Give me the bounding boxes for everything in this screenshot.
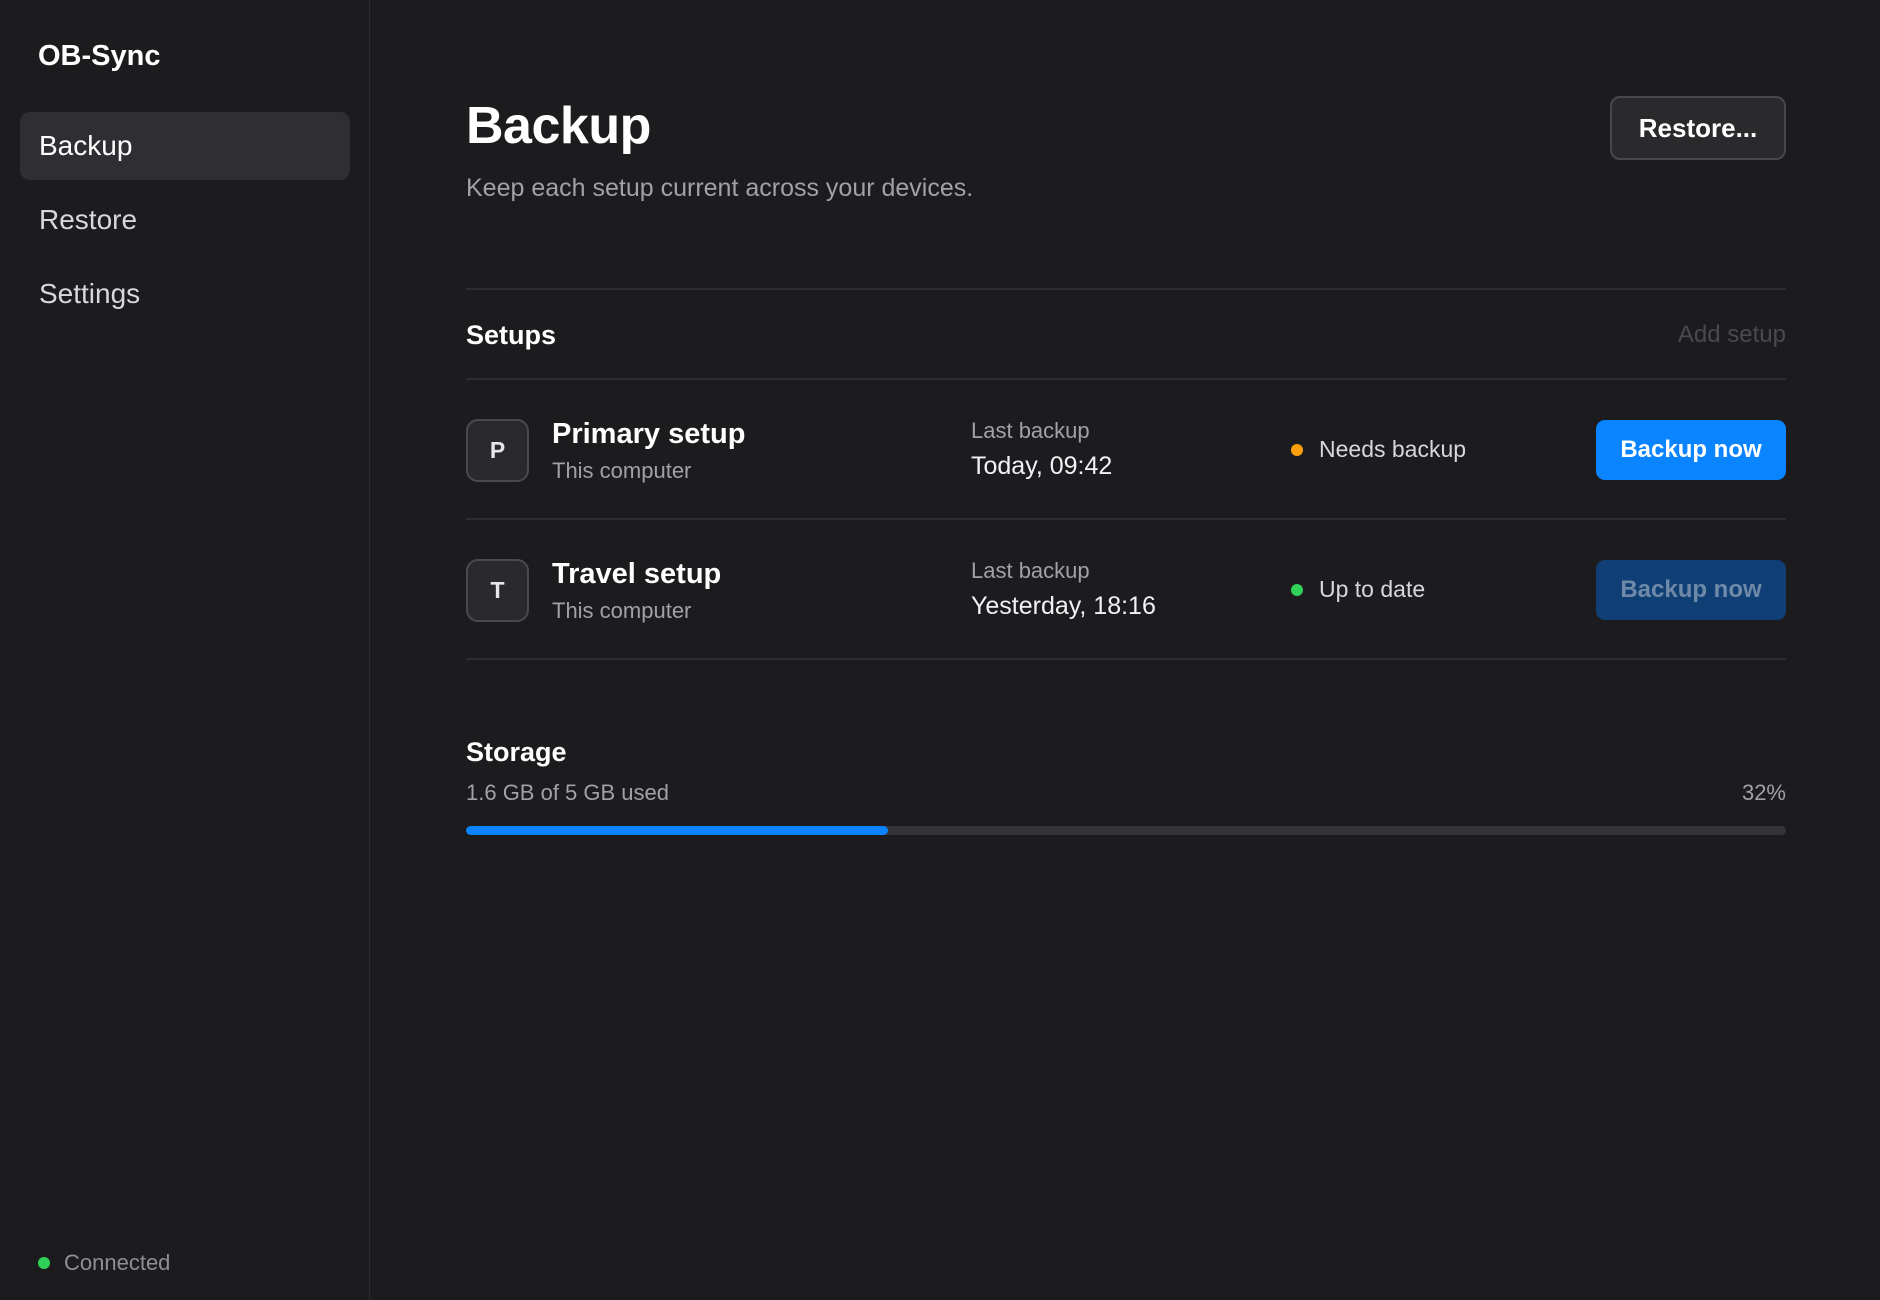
last-backup-label: Last backup [971,418,1090,443]
page-subtitle: Keep each setup current across your devi… [466,174,974,202]
setup-location: This computer [552,458,692,483]
backup-now-button[interactable]: Backup now [1596,420,1786,480]
sidebar-item-restore[interactable]: Restore [20,186,350,254]
setup-name: Primary setup [552,418,746,450]
storage-progress-fill [466,826,889,835]
sidebar-nav: Backup Restore Settings [20,112,350,334]
main-content: Backup Keep each setup current across yo… [370,0,1880,1300]
storage-title: Storage [466,737,567,767]
app-window: OB-Sync Backup Restore Settings Connecte… [0,0,1880,1300]
add-setup-link[interactable]: Add setup [1678,321,1786,349]
sidebar-item-backup[interactable]: Backup [20,112,350,180]
last-backup-label: Last backup [971,558,1090,583]
last-backup-value: Yesterday, 18:16 [971,592,1156,620]
setup-status: Needs backup [1291,436,1466,463]
sidebar-item-settings[interactable]: Settings [20,260,350,328]
status-dot-icon [38,1257,50,1269]
connection-status-label: Connected [64,1250,171,1275]
storage-percent: 32% [1741,780,1786,805]
divider [466,658,1786,660]
setup-location: This computer [552,598,692,623]
divider [466,288,1786,290]
connection-status: Connected [38,1250,170,1276]
setup-row: P Primary setup This computer Last backu… [466,380,1786,518]
setup-status-label: Up to date [1319,576,1426,602]
setup-avatar: P [466,419,529,482]
setup-name: Travel setup [552,558,722,590]
page-title: Backup [466,97,651,155]
storage-progress-bar [466,826,1786,835]
status-dot-icon [1291,583,1303,596]
last-backup-value: Today, 09:42 [971,452,1113,480]
sidebar: OB-Sync Backup Restore Settings Connecte… [0,0,370,1300]
setup-status-label: Needs backup [1319,436,1467,462]
storage-used-text: 1.6 GB of 5 GB used [466,780,670,805]
setup-avatar: T [466,559,529,622]
setup-row: T Travel setup This computer Last backup… [466,520,1786,658]
restore-button[interactable]: Restore... [1610,96,1786,160]
status-dot-icon [1291,443,1303,456]
app-title: OB-Sync [38,40,161,72]
setups-section-title: Setups [466,320,557,350]
setup-status: Up to date [1291,576,1425,603]
backup-now-button[interactable]: Backup now [1596,560,1786,620]
